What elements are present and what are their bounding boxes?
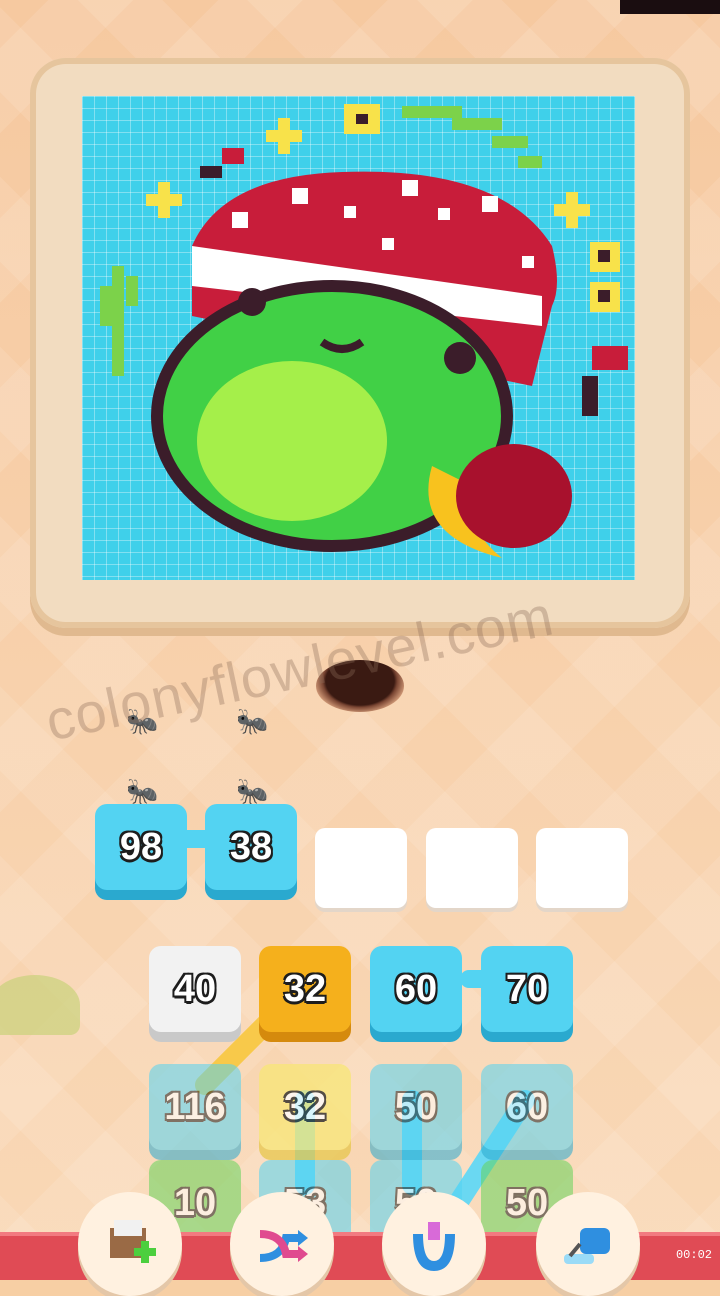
vacuum-icon bbox=[564, 1228, 610, 1264]
shuffle-tool-button[interactable] bbox=[230, 1192, 334, 1296]
crate-plus-icon bbox=[110, 1220, 156, 1263]
tile-value: 50 bbox=[394, 1085, 438, 1128]
board-tile[interactable]: 32 bbox=[259, 1064, 351, 1150]
board-tile[interactable]: 50 bbox=[370, 1064, 462, 1150]
board-tile[interactable]: 32 bbox=[259, 946, 351, 1032]
magnet-claw-icon bbox=[413, 1222, 455, 1272]
tile-value: 32 bbox=[283, 1085, 327, 1128]
magnet-tool-button[interactable] bbox=[382, 1192, 486, 1296]
tile-value: 60 bbox=[394, 967, 438, 1010]
board-tile[interactable]: 60 bbox=[370, 946, 462, 1032]
tile-value: 60 bbox=[505, 1085, 549, 1128]
tile-value: 10 bbox=[173, 1181, 217, 1224]
board-tile[interactable]: 70 bbox=[481, 946, 573, 1032]
tile-value: 40 bbox=[173, 967, 217, 1010]
board-tile[interactable]: 116 bbox=[149, 1064, 241, 1150]
board-tile[interactable]: 40 bbox=[149, 946, 241, 1032]
tile-value: 32 bbox=[283, 967, 327, 1010]
tile-links bbox=[195, 980, 535, 1210]
vacuum-tool-button[interactable] bbox=[536, 1192, 640, 1296]
timer-text: 00:02 bbox=[675, 1248, 712, 1262]
tile-value: 70 bbox=[505, 967, 549, 1010]
tile-value: 116 bbox=[164, 1085, 226, 1128]
shuffle-arrows-icon bbox=[259, 1230, 308, 1262]
add-slot-tool-button[interactable] bbox=[78, 1192, 182, 1296]
board-tile[interactable]: 60 bbox=[481, 1064, 573, 1150]
